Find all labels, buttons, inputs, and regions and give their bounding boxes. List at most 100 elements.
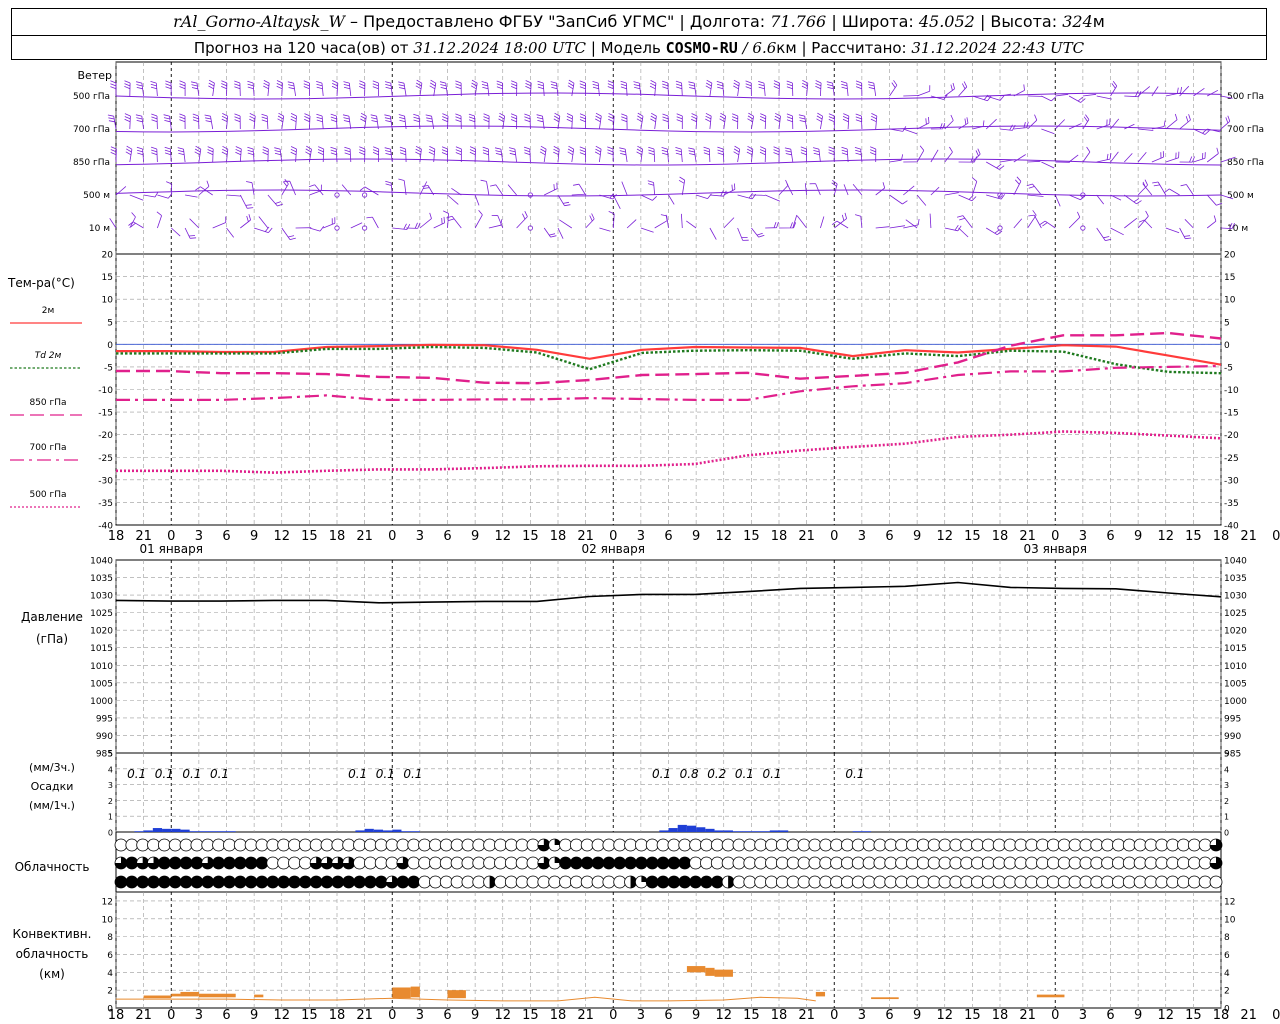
conv-axis-tick-right: 12 xyxy=(1224,897,1235,907)
cloud-cover-symbol xyxy=(938,875,952,889)
wind-barb xyxy=(916,85,931,97)
precip-3h-value: 0.1 xyxy=(127,767,146,781)
wind-level-label-right: 10 м xyxy=(1227,224,1248,234)
conv-axis-tick-left: 10 xyxy=(102,915,114,925)
cloud-cover-symbol xyxy=(504,838,518,852)
cloud-cover-symbol xyxy=(461,856,475,870)
precip-axis-tick-left: 0 xyxy=(108,829,113,838)
cloud-cover-symbol xyxy=(483,838,497,852)
wind-barb xyxy=(429,79,437,97)
cloud-cover-fill xyxy=(689,876,702,888)
pressure-axis-tick-left: 1030 xyxy=(90,592,113,602)
wind-barb xyxy=(290,113,297,130)
cloud-cover-symbol xyxy=(1079,838,1093,852)
cloud-cover-symbol xyxy=(895,838,908,852)
wind-barb xyxy=(773,80,780,97)
wind-barb xyxy=(124,113,131,130)
wind-barb xyxy=(826,81,835,97)
wind-barb xyxy=(1028,214,1042,229)
hour-tick-label: 15 xyxy=(1185,529,1202,544)
wind-barb xyxy=(1110,80,1118,97)
conv-axis-tick-left: 0 xyxy=(107,1005,113,1015)
wind-barb xyxy=(1184,219,1194,229)
wind-barb xyxy=(469,146,476,163)
cloud-cover-symbol xyxy=(515,838,529,852)
cloud-cover-symbol xyxy=(1036,856,1049,870)
hour-tick-label-bottom: 21 xyxy=(135,1008,152,1023)
hour-tick-label-bottom: 12 xyxy=(273,1008,290,1023)
wind-barb xyxy=(703,146,711,163)
precip-3h-value: 0.2 xyxy=(707,767,726,781)
precip-title: Осадки xyxy=(31,780,74,793)
cloud-cover-fill xyxy=(678,876,691,888)
wind-barb xyxy=(1138,128,1154,131)
hour-tick-label-bottom: 0 xyxy=(167,1008,175,1023)
cloud-cover-fill xyxy=(288,876,301,888)
wind-barb xyxy=(1096,227,1112,241)
cloud-cover-symbol xyxy=(656,838,670,852)
cloud-cover-symbol xyxy=(559,838,572,852)
cloud-cover-symbol xyxy=(1155,875,1169,889)
wind-barb xyxy=(1027,160,1041,163)
cloud-cover-symbol xyxy=(1068,875,1082,889)
hour-tick-label: 15 xyxy=(522,529,539,544)
hour-tick-label: 12 xyxy=(936,529,953,544)
wind-barb xyxy=(474,209,483,229)
cloud-cover-symbol xyxy=(559,875,572,889)
wind-barb xyxy=(468,113,476,130)
wind-barb xyxy=(1164,188,1180,196)
cloud-cover-fill xyxy=(667,857,680,869)
cloud-symbols xyxy=(114,838,1223,889)
wind-barb xyxy=(751,227,765,238)
hour-tick-label: 0 xyxy=(1272,529,1280,544)
cloud-cover-symbol xyxy=(114,838,128,852)
wind-barb xyxy=(455,80,462,97)
wind-barb xyxy=(579,146,586,163)
cloud-cover-symbol xyxy=(569,838,583,852)
temp-axis-tick-right: 10 xyxy=(1224,296,1236,306)
wind-barb xyxy=(594,145,602,163)
conv-cloud-bar xyxy=(171,993,181,997)
wind-barb xyxy=(686,220,697,229)
hour-tick-label: 18 xyxy=(1213,529,1230,544)
hour-tick-label: 9 xyxy=(471,529,479,544)
hour-tick-label-bottom: 21 xyxy=(577,1008,594,1023)
cloud-cover-symbol xyxy=(515,856,529,870)
cloud-cover-symbol xyxy=(624,838,637,852)
cloud-cover-symbol xyxy=(743,875,757,889)
wind-barb xyxy=(1013,176,1022,196)
pressure-axis-tick-right: 1020 xyxy=(1224,627,1247,637)
wind-barb xyxy=(150,81,158,97)
cloud-cover-fill xyxy=(190,857,203,869)
cloud-cover-symbol xyxy=(721,856,735,870)
wind-barb xyxy=(303,80,310,96)
precip-bar xyxy=(861,831,872,832)
cloud-cover-symbol xyxy=(906,875,919,889)
wind-barb xyxy=(249,113,256,130)
temp-title: Тем-ра(°C) xyxy=(7,276,75,290)
wind-barb xyxy=(385,180,393,196)
wind-barb xyxy=(277,112,285,130)
wind-barb xyxy=(1206,194,1223,206)
cloud-cover-symbol xyxy=(786,856,800,870)
wind-barb xyxy=(688,81,697,97)
cloud-cover-fill xyxy=(700,876,713,888)
wind-level-label-right: 500 м xyxy=(1227,191,1254,201)
cloud-cover-symbol xyxy=(461,875,475,889)
cloud-cover-symbol xyxy=(851,875,865,889)
wind-barb xyxy=(688,147,697,163)
wind-barb xyxy=(235,146,242,163)
wind-barb xyxy=(164,146,172,163)
wind-barb xyxy=(341,184,352,196)
cloud-cover-fill xyxy=(635,857,648,869)
wind-barb xyxy=(1013,121,1029,130)
cloud-cover-fill xyxy=(646,857,659,869)
cloud-cover-symbol xyxy=(754,856,768,870)
wind-barb xyxy=(828,113,835,130)
wind-barb xyxy=(816,112,823,130)
wind-barb xyxy=(661,147,669,163)
wind-level-label-left: 850 гПа xyxy=(73,158,110,168)
cloud-cover-symbol xyxy=(1101,838,1114,852)
wind-barb xyxy=(889,225,906,229)
wind-barb xyxy=(258,216,269,229)
